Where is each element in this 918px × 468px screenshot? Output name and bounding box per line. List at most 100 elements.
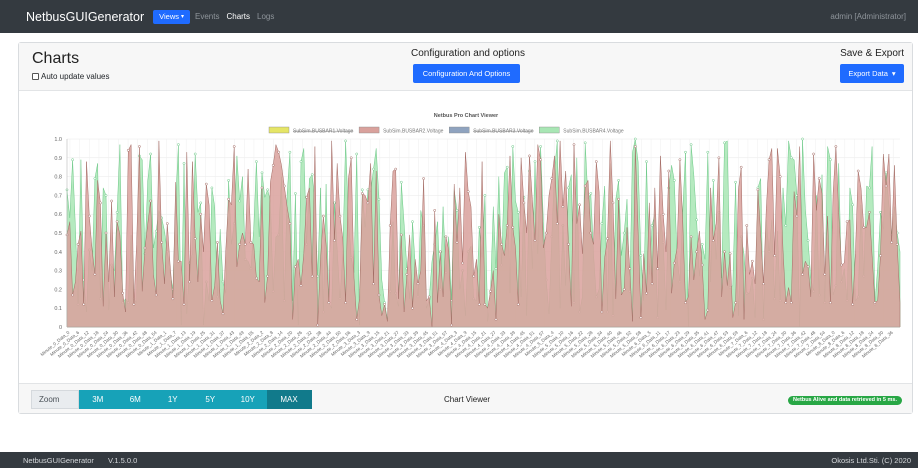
top-navbar: NetbusGUIGenerator Views ▾ Events Charts…: [0, 0, 918, 33]
data-point: [723, 250, 726, 254]
y-tick-label: 0.6: [54, 212, 62, 218]
data-point: [483, 194, 487, 197]
data-point: [617, 197, 620, 201]
data-point: [115, 220, 119, 224]
data-point: [149, 199, 152, 203]
data-point: [795, 214, 799, 218]
data-point: [734, 301, 737, 304]
data-point: [310, 274, 314, 278]
data-point: [132, 303, 136, 306]
data-point: [561, 205, 565, 209]
nav-link-charts[interactable]: Charts: [226, 12, 250, 21]
chart[interactable]: Netbus Pro Chart Viewer SubSim.BUSBAR1.Vo…: [19, 43, 912, 383]
y-tick-label: 0.5: [54, 231, 62, 237]
data-point: [784, 224, 788, 227]
data-point: [266, 274, 269, 278]
data-point: [589, 192, 593, 195]
data-point: [87, 214, 91, 218]
data-point: [762, 282, 765, 286]
y-tick-label: 0.4: [54, 250, 62, 256]
zoom-3m-button[interactable]: 3M: [79, 390, 117, 409]
nav-link-events[interactable]: Events: [195, 12, 219, 21]
zoom-5y-button[interactable]: 5Y: [191, 390, 229, 409]
zoom-10y-button[interactable]: 10Y: [229, 390, 267, 409]
data-point: [377, 293, 381, 297]
data-point: [628, 267, 632, 271]
data-point: [611, 201, 615, 205]
data-point: [477, 303, 481, 306]
data-point: [104, 231, 108, 235]
zoom-6m-button[interactable]: 6M: [116, 390, 154, 409]
data-point: [789, 301, 793, 304]
data-point: [500, 242, 503, 246]
data-point: [661, 212, 665, 216]
data-point: [639, 254, 643, 257]
views-dropdown-button[interactable]: Views ▾: [153, 9, 190, 24]
data-point: [126, 148, 130, 152]
data-point: [717, 156, 721, 160]
data-point: [528, 154, 531, 158]
data-point: [154, 229, 158, 233]
data-point: [555, 222, 559, 225]
data-point: [706, 308, 710, 312]
data-point: [667, 169, 671, 173]
data-point: [260, 171, 264, 175]
data-point: [71, 158, 74, 162]
data-point: [149, 152, 152, 156]
data-point: [684, 301, 687, 304]
data-point: [271, 163, 275, 167]
data-point: [372, 167, 375, 171]
data-point: [455, 241, 459, 244]
data-point: [600, 222, 604, 225]
data-point: [227, 179, 230, 182]
data-point: [360, 192, 364, 195]
data-point: [372, 282, 375, 286]
data-point: [890, 241, 893, 244]
data-point: [684, 150, 687, 154]
user-menu[interactable]: admin [Administrator]: [830, 12, 906, 21]
charts-card: Charts Auto update values Configuration …: [18, 42, 913, 414]
data-point: [622, 288, 626, 291]
data-point: [622, 231, 626, 235]
data-point: [879, 210, 882, 214]
data-point: [711, 239, 715, 242]
data-point: [216, 241, 219, 244]
data-point: [294, 265, 297, 269]
data-point: [277, 150, 281, 154]
data-point: [539, 158, 542, 162]
data-point: [399, 180, 403, 184]
data-point: [555, 139, 559, 143]
data-point: [583, 184, 587, 188]
footer-app-name: NetbusGUIGenerator: [23, 456, 94, 465]
data-point: [767, 158, 771, 162]
zoom-label: Zoom: [31, 390, 79, 409]
data-point: [377, 197, 381, 201]
data-point: [355, 318, 359, 321]
data-point: [444, 235, 448, 239]
data-point: [533, 239, 537, 242]
zoom-max-button[interactable]: MAX: [266, 390, 312, 409]
nav-link-logs[interactable]: Logs: [257, 12, 274, 21]
brand-link[interactable]: NetbusGUIGenerator: [26, 10, 144, 24]
data-point: [232, 145, 236, 148]
data-point: [461, 261, 464, 265]
data-point: [650, 224, 654, 227]
card-footer: Zoom 3M 6M 1Y 5Y 10Y MAX Chart Viewer Ne…: [19, 383, 912, 413]
data-point: [238, 199, 242, 203]
zoom-1y-button[interactable]: 1Y: [154, 390, 192, 409]
data-point: [110, 199, 113, 203]
data-point: [672, 179, 676, 182]
legend-swatch: [449, 126, 470, 134]
data-point: [193, 237, 197, 240]
data-point: [806, 239, 810, 242]
data-point: [650, 282, 654, 286]
footer-version: V.1.5.0.0: [107, 456, 138, 465]
data-point: [745, 224, 749, 227]
data-point: [817, 177, 821, 180]
data-point: [689, 143, 693, 146]
data-point: [505, 224, 509, 227]
data-point: [812, 152, 815, 156]
data-point: [472, 274, 476, 278]
zoom-button-group: Zoom 3M 6M 1Y 5Y 10Y MAX: [31, 390, 312, 409]
data-point: [739, 165, 743, 169]
